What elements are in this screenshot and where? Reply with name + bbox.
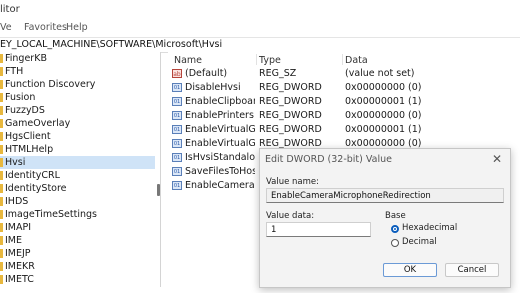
- tree-item-imetc[interactable]: IMETC: [0, 273, 155, 286]
- value-data-label: Value data:: [266, 211, 315, 221]
- tree-item-ihds[interactable]: IHDS: [0, 195, 155, 208]
- binary-value-icon: 01: [172, 97, 182, 106]
- ok-button[interactable]: OK: [383, 263, 437, 277]
- tree-item-imapi[interactable]: IMAPI: [0, 221, 155, 234]
- column-divider[interactable]: [342, 54, 343, 65]
- edit-dword-dialog: Edit DWORD (32-bit) Value ✕ Value name: …: [259, 148, 511, 288]
- folder-icon: [0, 119, 3, 128]
- base-group-label: Base: [385, 211, 406, 221]
- binary-value-icon: 01: [172, 111, 182, 120]
- binary-value-icon: 01: [172, 153, 182, 162]
- folder-icon: [0, 93, 3, 102]
- decimal-label[interactable]: Decimal: [402, 237, 437, 247]
- value-name-field[interactable]: EnableCameraMicrophoneRedirection: [266, 188, 504, 203]
- folder-icon: [0, 80, 3, 89]
- decimal-radio[interactable]: [391, 239, 399, 247]
- folder-icon: [0, 158, 3, 167]
- tree-item-fusion[interactable]: Fusion: [0, 91, 155, 104]
- column-divider[interactable]: [256, 54, 257, 65]
- tree-item-fingerkb[interactable]: FingerKB: [0, 52, 155, 65]
- tree-item-gameoverlay[interactable]: GameOverlay: [0, 117, 155, 130]
- binary-value-icon: 01: [172, 167, 182, 176]
- column-name[interactable]: Name: [174, 55, 202, 66]
- column-type[interactable]: Type: [259, 55, 281, 66]
- binary-value-icon: 01: [172, 139, 182, 148]
- menu-help[interactable]: Help: [66, 22, 88, 33]
- window-title: litor: [0, 4, 20, 15]
- folder-icon: [0, 197, 3, 206]
- folder-icon: [0, 67, 3, 76]
- hexadecimal-label[interactable]: Hexadecimal: [402, 223, 457, 233]
- hexadecimal-radio[interactable]: [391, 225, 399, 233]
- folder-icon: [0, 262, 3, 271]
- tree-scrollbar-thumb[interactable]: [157, 184, 160, 196]
- folder-icon: [0, 145, 3, 154]
- string-value-icon: ab: [172, 69, 182, 78]
- menu-bar: Ve Favorites Help: [0, 20, 520, 36]
- close-icon[interactable]: ✕: [492, 152, 502, 166]
- folder-icon: [0, 54, 3, 63]
- tree-item-fuzzyds[interactable]: FuzzyDS: [0, 104, 155, 117]
- folder-icon: [0, 184, 3, 193]
- folder-icon: [0, 275, 3, 284]
- address-bar[interactable]: EY_LOCAL_MACHINE\SOFTWARE\Microsoft\Hvsi: [0, 37, 520, 53]
- tree-item-imejp[interactable]: IMEJP: [0, 247, 155, 260]
- tree-item-imekr[interactable]: IMEKR: [0, 260, 155, 273]
- folder-icon: [0, 210, 3, 219]
- folder-icon: [0, 249, 3, 258]
- tree-item-hvsi[interactable]: Hvsi: [0, 156, 155, 169]
- value-row[interactable]: 01 DisableHvsi REG_DWORD 0x00000000 (0): [168, 81, 520, 95]
- value-name-label: Value name:: [266, 177, 320, 187]
- column-data[interactable]: Data: [345, 55, 368, 66]
- cancel-button[interactable]: Cancel: [445, 263, 499, 277]
- dialog-title: Edit DWORD (32-bit) Value: [265, 154, 392, 165]
- value-data-input[interactable]: 1: [266, 222, 371, 237]
- folder-icon: [0, 223, 3, 232]
- tree-item-fth[interactable]: FTH: [0, 65, 155, 78]
- tree-item-identitycrl[interactable]: IdentityCRL: [0, 169, 155, 182]
- value-row[interactable]: ab (Default) REG_SZ (value not set): [168, 67, 520, 81]
- binary-value-icon: 01: [172, 181, 182, 190]
- menu-view[interactable]: Ve: [0, 22, 12, 33]
- folder-icon: [0, 106, 3, 115]
- menu-favorites[interactable]: Favorites: [24, 22, 67, 33]
- value-row[interactable]: 01 EnableClipboard REG_DWORD 0x00000001 …: [168, 95, 520, 109]
- folder-icon: [0, 171, 3, 180]
- value-row[interactable]: 01 EnableVirtualGPU REG_DWORD 0x00000001…: [168, 123, 520, 137]
- binary-value-icon: 01: [172, 83, 182, 92]
- binary-value-icon: 01: [172, 125, 182, 134]
- tree-item-ime[interactable]: IME: [0, 234, 155, 247]
- folder-icon: [0, 132, 3, 141]
- tree-item-function-discovery[interactable]: Function Discovery: [0, 78, 155, 91]
- address-path: EY_LOCAL_MACHINE\SOFTWARE\Microsoft\Hvsi: [0, 39, 223, 50]
- title-bar: litor: [0, 0, 520, 20]
- value-row[interactable]: 01 EnablePrinters REG_DWORD 0x00000000 (…: [168, 109, 520, 123]
- tree-item-htmlhelp[interactable]: HTMLHelp: [0, 143, 155, 156]
- folder-icon: [0, 236, 3, 245]
- tree-item-hgsclient[interactable]: HgsClient: [0, 130, 155, 143]
- tree-item-identitystore[interactable]: IdentityStore: [0, 182, 155, 195]
- tree-item-imagetimesettings[interactable]: ImageTimeSettings: [0, 208, 155, 221]
- key-tree[interactable]: FingerKB FTH Function Discovery Fusion F…: [0, 52, 161, 287]
